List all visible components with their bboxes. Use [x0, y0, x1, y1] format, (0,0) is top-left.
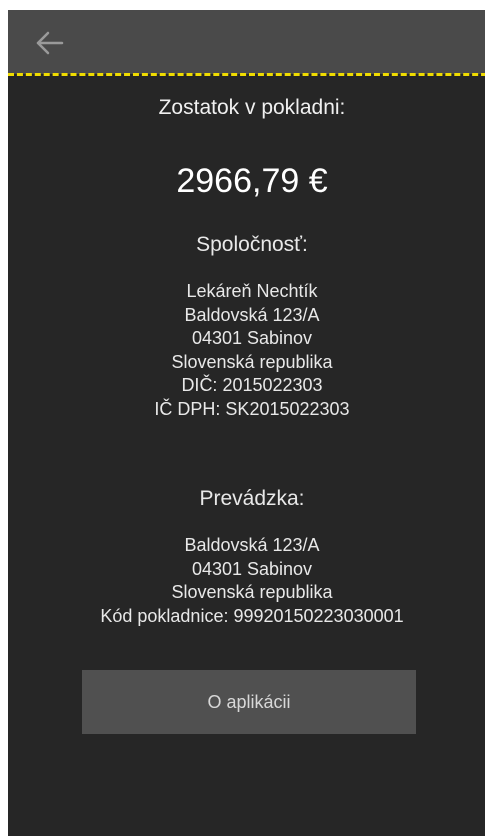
company-city: 04301 Sabinov: [191, 328, 313, 348]
balance-label: Zostatok v pokladni:: [158, 96, 346, 119]
company-name: Lekáreň Nechtík: [186, 281, 318, 301]
company-details: Lekáreň Nechtík Baldovská 123/A 04301 Sa…: [8, 280, 485, 421]
shop-title: Prevádzka:: [199, 487, 305, 510]
about-app-button[interactable]: O aplikácii: [82, 670, 416, 734]
company-street: Baldovská 123/A: [184, 304, 320, 325]
back-button[interactable]: [32, 28, 68, 58]
arrow-left-icon: [36, 31, 64, 55]
app-screen: Zostatok v pokladni: 2966,79 € Spoločnos…: [8, 10, 485, 836]
cashbox-code: Kód pokladnice: 99920150223030001: [100, 605, 404, 626]
shop-details: Baldovská 123/A 04301 Sabinov Slovenská …: [8, 534, 485, 628]
company-dic: DIČ: 2015022303: [181, 375, 323, 395]
company-title: Spoločnosť:: [196, 233, 308, 256]
company-vat-id: IČ DPH: SK2015022303: [154, 398, 350, 419]
shop-city: 04301 Sabinov: [191, 558, 313, 579]
shop-street: Baldovská 123/A: [184, 535, 320, 555]
header-divider: [8, 73, 485, 76]
company-country: Slovenská republika: [171, 351, 333, 372]
shop-country: Slovenská republika: [171, 582, 333, 602]
navigation-bar: [8, 10, 485, 74]
balance-value: 2966,79 €: [176, 162, 328, 200]
